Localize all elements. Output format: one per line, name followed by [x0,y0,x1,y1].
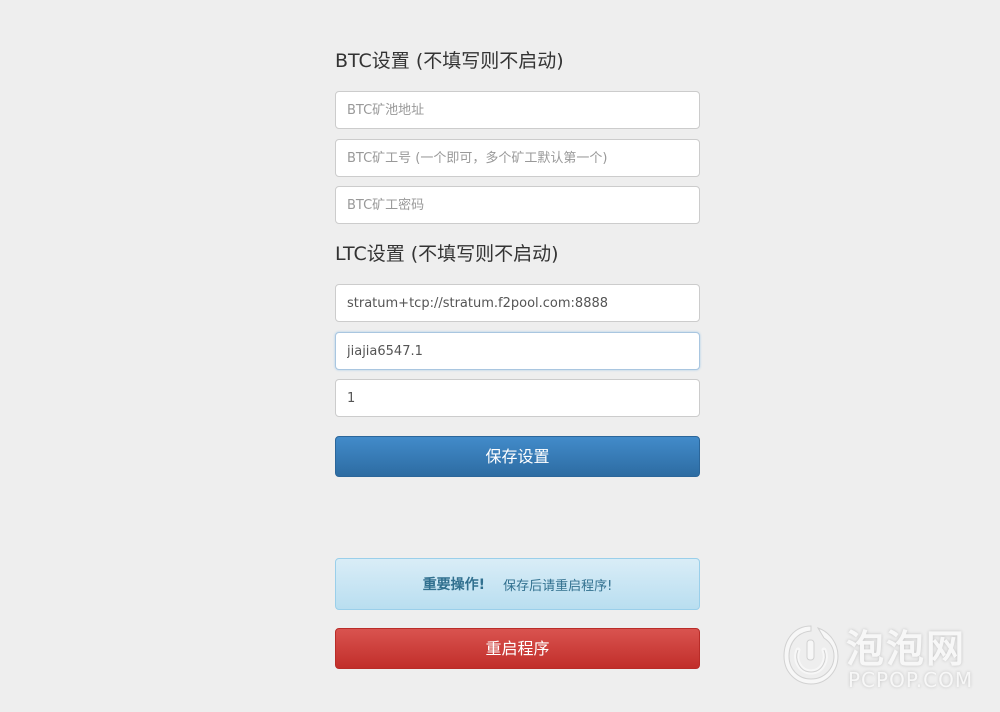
restart-program-button[interactable]: 重启程序 [335,628,700,669]
ltc-section-title: LTC设置 (不填写则不启动) [335,243,559,265]
btc-worker-name-input[interactable] [335,139,700,177]
watermark-domain-text: PCPOP.COM [848,668,974,692]
btc-worker-password-input[interactable] [335,186,700,224]
save-settings-button[interactable]: 保存设置 [335,436,700,477]
ltc-worker-password-input[interactable] [335,379,700,417]
pcpop-logo-icon [783,625,839,685]
btc-section-title: BTC设置 (不填写则不启动) [335,50,564,72]
alert-message: 保存后请重启程序! [503,578,613,594]
btc-pool-address-input[interactable] [335,91,700,129]
pcpop-watermark: 泡泡网 PCPOP.COM [780,618,990,698]
ltc-pool-address-input[interactable] [335,284,700,322]
watermark-brand-text: 泡泡网 [846,627,967,671]
alert-strong-label: 重要操作! [422,577,486,593]
ltc-worker-name-input[interactable] [335,332,700,370]
restart-notice-alert: 重要操作! 保存后请重启程序! [335,558,700,610]
